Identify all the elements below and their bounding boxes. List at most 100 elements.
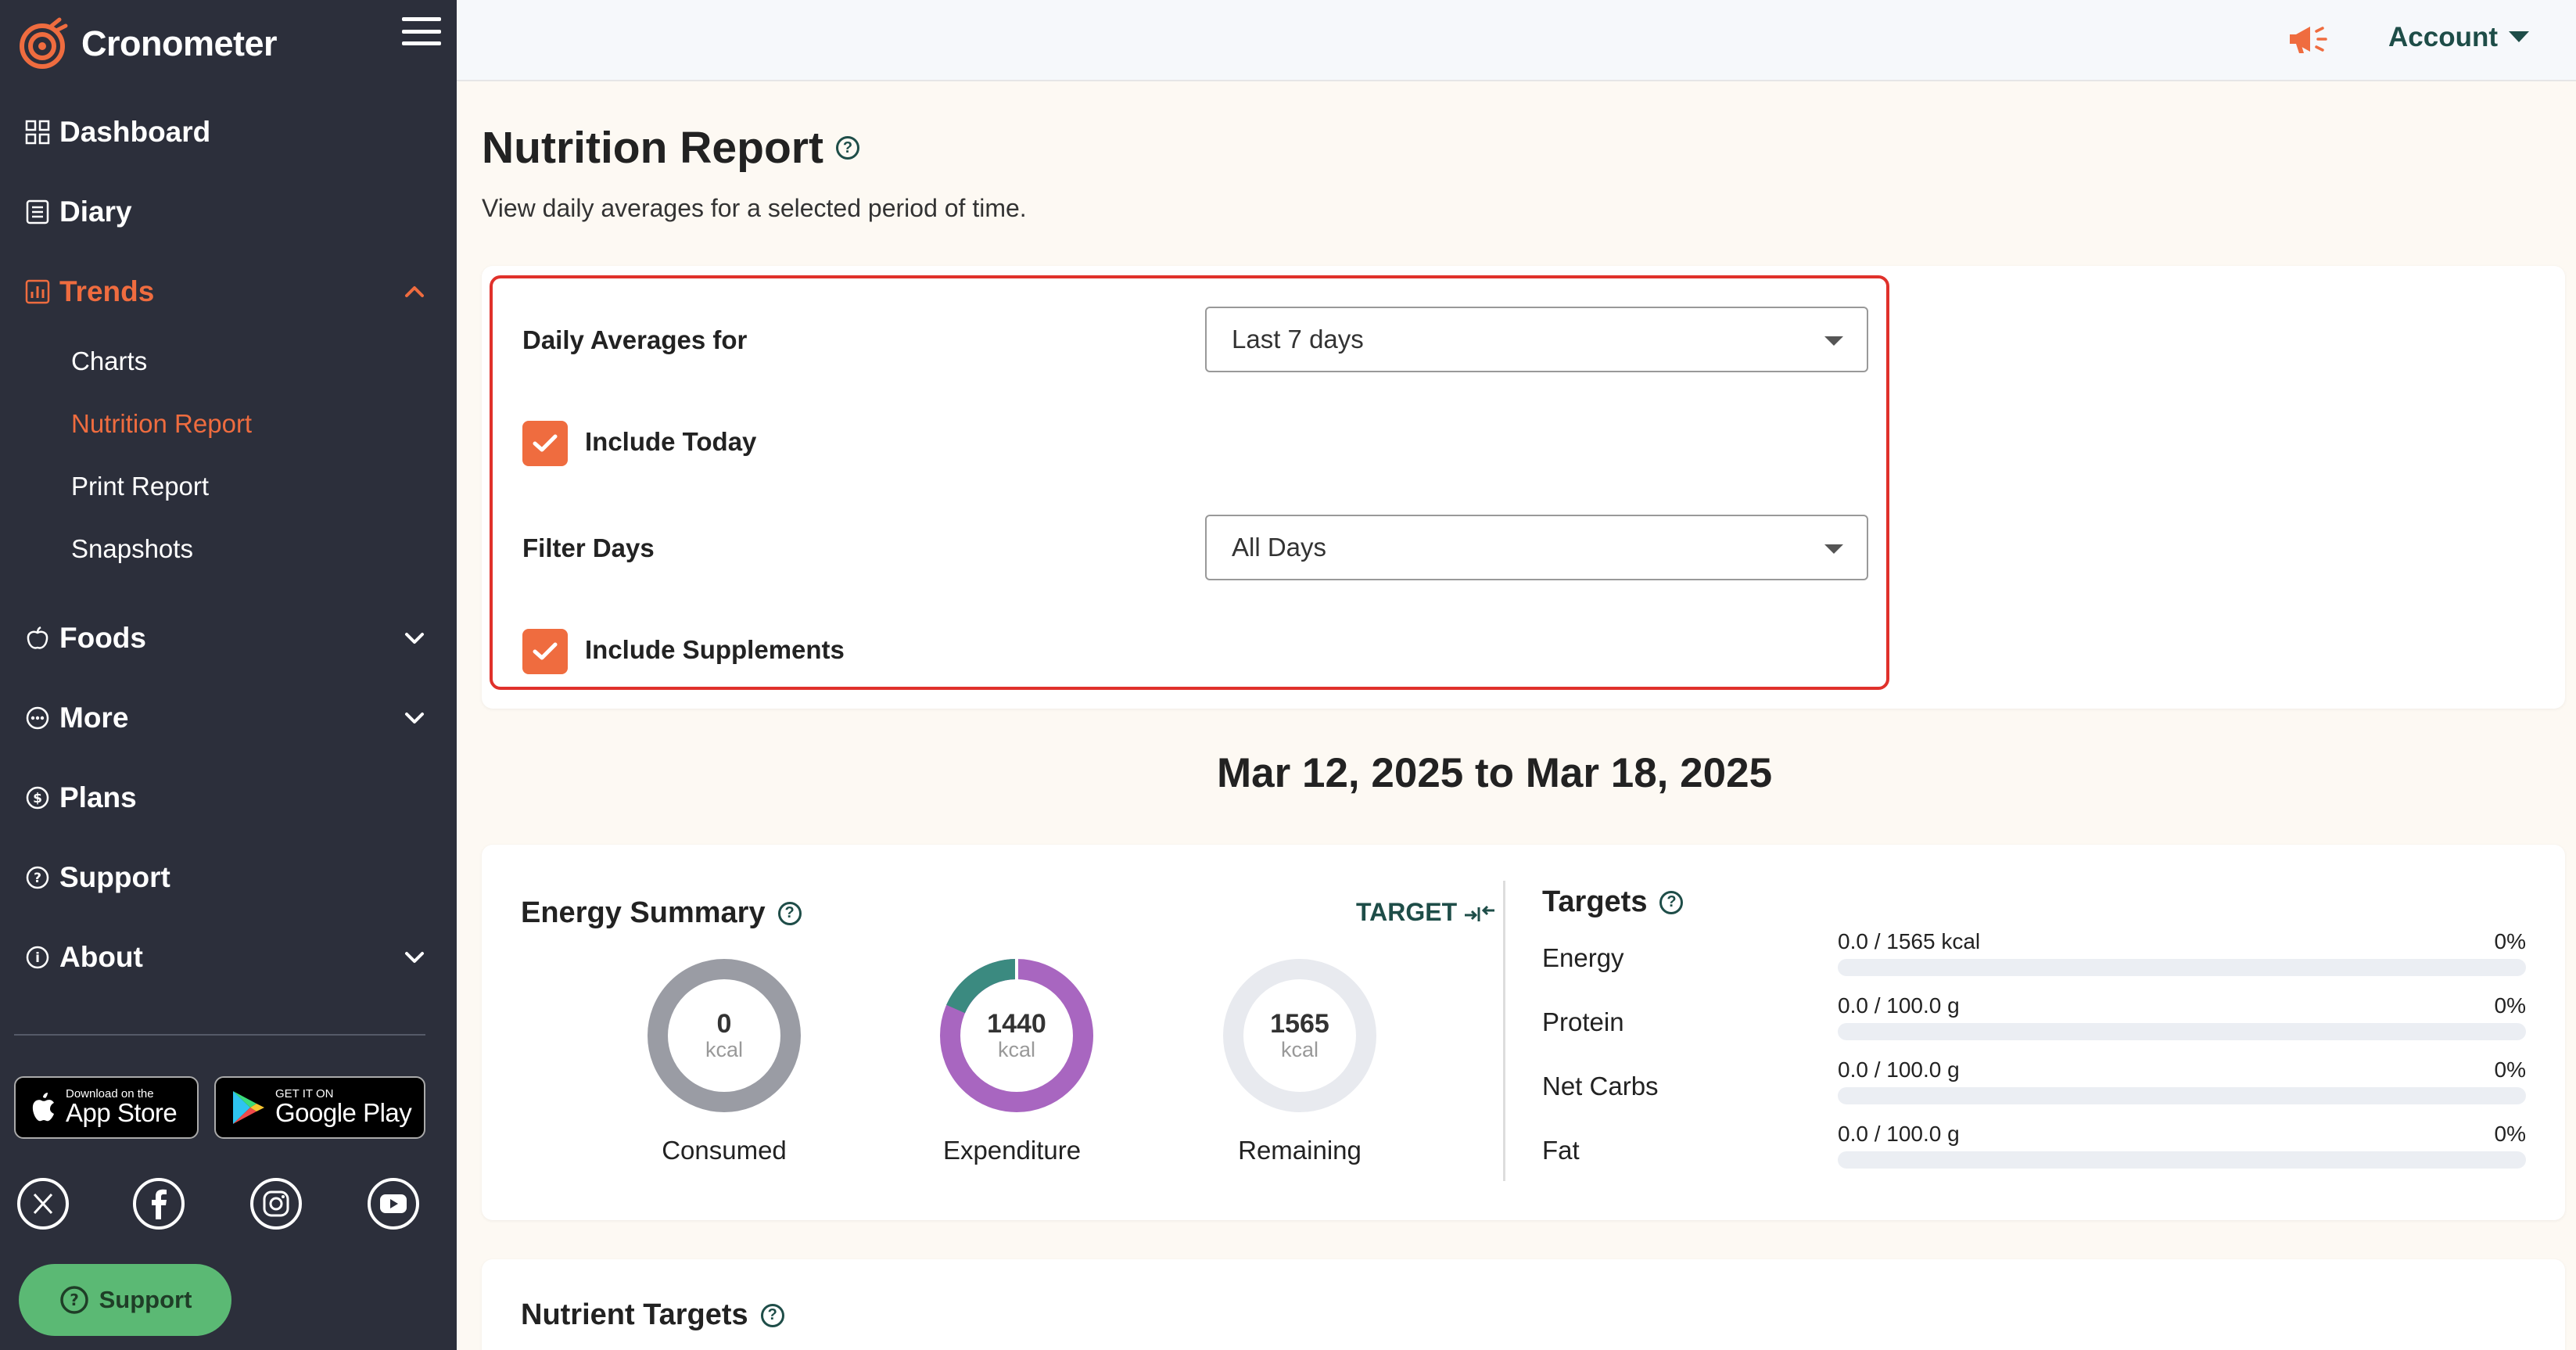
vertical-divider <box>1503 881 1505 1181</box>
consumed-label: Consumed <box>662 1136 787 1165</box>
nutrient-targets-title: Nutrient Targets ? <box>521 1298 784 1332</box>
filter-days-label: Filter Days <box>522 533 655 562</box>
sidebar-item-label: Foods <box>59 622 146 654</box>
google-play-logo-icon <box>233 1091 264 1124</box>
sidebar-item-more[interactable]: More <box>23 691 429 745</box>
page-title-text: Nutrition Report <box>482 123 823 173</box>
chevron-up-icon <box>405 286 424 297</box>
menu-toggle-icon[interactable] <box>402 17 441 45</box>
sidebar-item-foods[interactable]: Foods <box>23 611 429 666</box>
chevron-down-icon <box>405 713 424 723</box>
target-name: Net Carbs <box>1542 1072 1659 1100</box>
target-percent: 0% <box>2494 993 2526 1018</box>
youtube-icon[interactable] <box>368 1178 419 1230</box>
sidebar-subitem-print-report[interactable]: Print Report <box>71 463 209 510</box>
page-title: Nutrition Report ? <box>482 122 859 174</box>
remaining-label: Remaining <box>1238 1136 1362 1165</box>
grid-icon <box>23 118 52 146</box>
app-store-badge[interactable]: Download on the App Store <box>14 1076 199 1139</box>
google-play-big-text: Google Play <box>275 1098 412 1128</box>
daily-averages-select[interactable]: Last 7 days <box>1205 307 1868 372</box>
include-supplements-checkbox[interactable] <box>522 629 568 674</box>
support-button[interactable]: ? Support <box>19 1264 231 1336</box>
megaphone-icon[interactable] <box>2287 22 2330 56</box>
app-name: Cronometer <box>81 23 278 63</box>
remaining-value: 1565 <box>1270 1008 1329 1039</box>
sidebar: Cronometer Dashboard Diary Trends Charts… <box>0 0 457 1350</box>
chevron-down-icon <box>1824 544 1843 554</box>
daily-averages-label: Daily Averages for <box>522 325 748 354</box>
svg-text:i: i <box>35 950 40 966</box>
list-icon <box>23 198 52 226</box>
svg-text:?: ? <box>34 871 41 886</box>
target-link-label: TARGET <box>1356 898 1458 926</box>
energy-summary-title: Energy Summary ? <box>521 896 802 930</box>
daily-averages-value: Last 7 days <box>1232 325 1364 354</box>
filter-days-select[interactable]: All Days <box>1205 515 1868 580</box>
sidebar-item-dashboard[interactable]: Dashboard <box>23 105 429 160</box>
sidebar-item-label: Trends <box>59 275 155 307</box>
target-progress-bar <box>1838 1151 2526 1169</box>
chevron-down-icon <box>1824 336 1843 346</box>
sidebar-item-trends[interactable]: Trends <box>23 264 429 319</box>
include-today-checkbox[interactable] <box>522 421 568 466</box>
target-value: 0.0 / 100.0 g <box>1838 993 1960 1018</box>
dots-icon <box>23 704 52 732</box>
sidebar-item-label: Plans <box>59 781 137 813</box>
chart-icon <box>23 278 52 306</box>
sidebar-item-support[interactable]: ? Support <box>23 850 429 905</box>
sidebar-item-plans[interactable]: $ Plans <box>23 770 429 825</box>
support-button-label: Support <box>99 1286 192 1313</box>
date-range-heading: Mar 12, 2025 to Mar 18, 2025 <box>1217 750 1773 796</box>
help-icon[interactable]: ? <box>1659 890 1684 914</box>
target-progress-bar <box>1838 959 2526 976</box>
sidebar-item-diary[interactable]: Diary <box>23 185 429 239</box>
sidebar-subitem-snapshots[interactable]: Snapshots <box>71 526 193 573</box>
sidebar-subitem-charts[interactable]: Charts <box>71 338 147 385</box>
account-label: Account <box>2388 22 2498 52</box>
app-store-big-text: App Store <box>66 1098 178 1128</box>
target-name: Fat <box>1542 1136 1580 1165</box>
expenditure-unit: kcal <box>997 1037 1035 1061</box>
target-progress-bar <box>1838 1023 2526 1040</box>
apple-icon <box>23 624 52 652</box>
checkmark-icon <box>533 642 558 660</box>
instagram-icon[interactable] <box>250 1178 302 1230</box>
energy-summary-title-text: Energy Summary <box>521 896 766 929</box>
top-bar: Account <box>457 0 2576 81</box>
consumed-ring: 0 kcal <box>646 957 802 1114</box>
target-percent: 0% <box>2494 929 2526 953</box>
remaining-ring: 1565 kcal <box>1222 957 1378 1114</box>
facebook-icon[interactable] <box>133 1178 185 1230</box>
help-icon[interactable]: ? <box>777 901 802 925</box>
help-icon[interactable]: ? <box>760 1303 784 1327</box>
target-progress-bar <box>1838 1087 2526 1104</box>
arrows-collapse-icon <box>1465 905 1495 921</box>
sidebar-item-label: Dashboard <box>59 116 211 148</box>
target-percent: 0% <box>2494 1122 2526 1146</box>
sidebar-subitem-nutrition-report[interactable]: Nutrition Report <box>71 400 252 447</box>
nutrient-targets-title-text: Nutrient Targets <box>521 1298 748 1331</box>
target-toggle-button[interactable]: TARGET <box>1356 898 1496 927</box>
x-icon[interactable] <box>17 1178 69 1230</box>
consumed-value: 0 <box>716 1008 732 1039</box>
consumed-unit: kcal <box>705 1037 743 1061</box>
target-value: 0.0 / 1565 kcal <box>1838 929 1981 953</box>
sidebar-item-about[interactable]: i About <box>23 930 429 985</box>
caret-down-icon <box>2509 31 2529 42</box>
include-supplements-label: Include Supplements <box>585 635 845 664</box>
targets-title-text: Targets <box>1542 885 1648 918</box>
filter-panel: Daily Averages for Last 7 days Include T… <box>490 275 1889 690</box>
svg-text:?: ? <box>70 1291 79 1309</box>
dollar-icon: $ <box>23 784 52 812</box>
account-menu[interactable]: Account <box>2388 22 2529 53</box>
expenditure-label: Expenditure <box>942 1136 1082 1165</box>
sidebar-item-label: About <box>59 941 143 973</box>
targets-title: Targets ? <box>1542 885 1684 919</box>
sidebar-item-label: Diary <box>59 196 132 228</box>
help-icon[interactable]: ? <box>835 136 859 160</box>
question-icon: ? <box>23 863 52 892</box>
target-name: Energy <box>1542 943 1624 972</box>
google-play-badge[interactable]: GET IT ON Google Play <box>214 1076 425 1139</box>
logo[interactable]: Cronometer <box>17 13 439 75</box>
